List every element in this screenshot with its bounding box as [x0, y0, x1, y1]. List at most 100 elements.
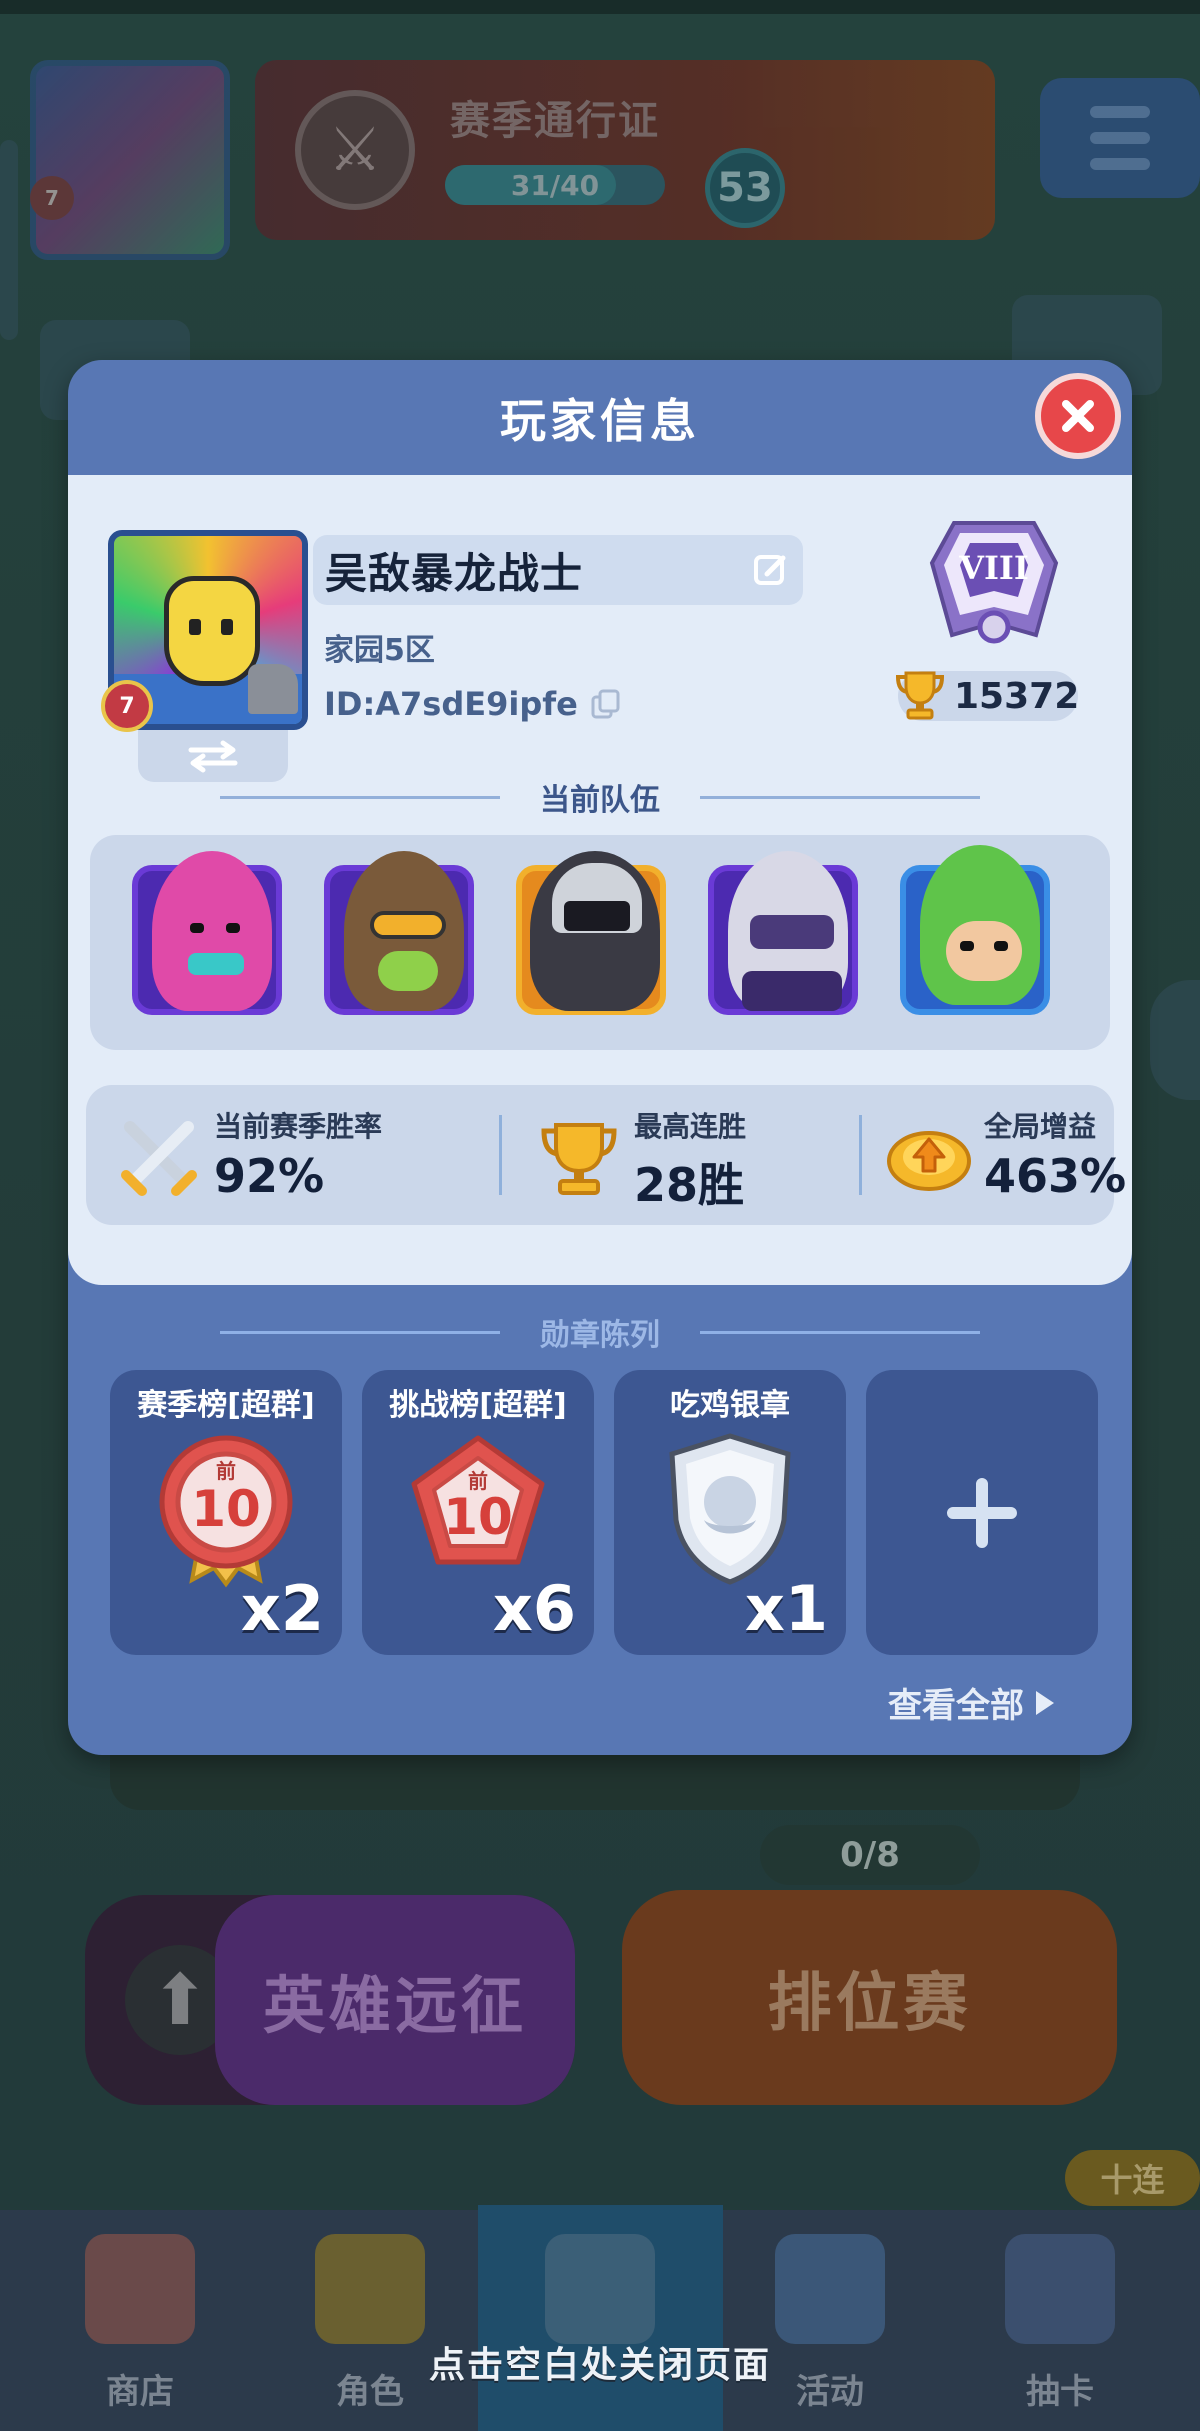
- player-name: 吴敌暴龙战士: [325, 548, 584, 598]
- stat-global-boost: 全局增益 463%: [884, 1085, 1126, 1225]
- season-pass-level: 53: [705, 148, 785, 228]
- season-pass-banner[interactable]: ⚔ 赛季通行证 31/40 53: [255, 60, 995, 240]
- team-row: [90, 835, 1110, 1050]
- hero-expedition-label: 英雄远征: [215, 1895, 575, 2105]
- team-hero-1[interactable]: [132, 851, 282, 1015]
- boost-arrow-icon: [887, 1131, 971, 1191]
- stat-win-rate-value: 92%: [214, 1149, 325, 1203]
- hero-mask: [750, 915, 834, 949]
- close-icon: [1062, 400, 1094, 432]
- side-panel-left: [0, 140, 18, 340]
- medal-silver-chicken-title: 吃鸡银章: [670, 1388, 790, 1423]
- team-hero-3[interactable]: [516, 851, 666, 1015]
- gacha-icon: [1005, 2234, 1115, 2344]
- modal-header: 玩家信息: [68, 360, 1132, 475]
- nav-tab-battle[interactable]: 对战: [500, 2210, 700, 2431]
- silver-shield-medal-icon: [669, 1433, 791, 1585]
- season-pass-title: 赛季通行证: [450, 98, 660, 144]
- character-icon: [315, 2234, 425, 2344]
- ten-pull-badge: 十连: [1065, 2150, 1200, 2206]
- team-title-text: 当前队伍: [540, 783, 660, 818]
- stat-win-rate: 当前赛季胜率 92%: [114, 1085, 414, 1225]
- hero-eye: [994, 941, 1008, 951]
- medals-section-title: 勋章陈列: [68, 1310, 1132, 1354]
- hero-expedition-button[interactable]: ⬆ 英雄远征: [85, 1895, 575, 2105]
- trophy-value: 15372: [954, 675, 1080, 717]
- medal-challenge-rank-count: x6: [492, 1572, 576, 1645]
- swap-arrows-icon: [188, 740, 238, 773]
- hero-mouth: [188, 953, 244, 975]
- team-hero-5[interactable]: [900, 845, 1050, 1015]
- avatar-rock: [248, 664, 298, 714]
- side-cube-icon[interactable]: [1150, 980, 1200, 1100]
- hero-visor: [564, 901, 630, 931]
- edit-name-icon[interactable]: [753, 552, 789, 588]
- rank-numeral: VIII: [958, 549, 1029, 587]
- medal-silver-chicken-count: x1: [744, 1572, 828, 1645]
- ranked-match-button[interactable]: 排位赛: [622, 1890, 1117, 2105]
- top10-pentagon-medal-icon: 前 10: [411, 1435, 545, 1565]
- stat-divider: [859, 1115, 862, 1195]
- medal-1-number: 10: [191, 1480, 261, 1538]
- hero-body: [742, 971, 842, 1011]
- play-arrow-icon: [1036, 1690, 1054, 1715]
- stat-best-streak-value: 28胜: [634, 1158, 745, 1212]
- view-all-label: 查看全部: [888, 1686, 1024, 1726]
- hero-eye: [960, 941, 974, 951]
- stat-win-rate-label: 当前赛季胜率: [214, 1110, 383, 1143]
- hero-eye: [226, 923, 240, 933]
- medal-season-rank[interactable]: 赛季榜[超群] 前 10 x2: [110, 1370, 342, 1655]
- medals-title-text: 勋章陈列: [540, 1318, 660, 1353]
- copy-icon[interactable]: [590, 688, 622, 720]
- crossed-swords-icon: [121, 1121, 197, 1196]
- player-level-badge: 7: [101, 680, 153, 732]
- team-section-title: 当前队伍: [68, 775, 1132, 819]
- stats-row: 当前赛季胜率 92% 最高连胜 28胜 全局增益 463%: [86, 1085, 1126, 1225]
- close-hint[interactable]: 点击空白处关闭页面: [0, 2336, 1200, 2388]
- nav-tab-character[interactable]: 角色: [290, 2210, 450, 2431]
- rank-badge-icon[interactable]: VIII: [924, 515, 1064, 655]
- view-all-medals-link[interactable]: 查看全部: [888, 1678, 1056, 1727]
- player-info-modal: 玩家信息 7 吴敌暴龙战士 家园5区 ID:A7sdE9ipfe VIII 15…: [68, 360, 1132, 1755]
- hero-goggles: [370, 911, 446, 939]
- player-id: ID:A7sdE9ipfe: [324, 685, 578, 723]
- modal-title: 玩家信息: [500, 393, 700, 448]
- bottom-nav: 商店 角色 对战 活动 抽卡: [0, 2205, 1200, 2431]
- close-button[interactable]: [1035, 373, 1121, 459]
- medal-season-rank-title: 赛季榜[超群]: [137, 1388, 315, 1423]
- event-icon: [775, 2234, 885, 2344]
- medal-2-number: 10: [443, 1488, 513, 1546]
- background-avatar[interactable]: 7: [30, 60, 230, 260]
- season-pass-progress-text: 31/40: [510, 168, 600, 202]
- nav-tab-event[interactable]: 活动: [730, 2210, 930, 2431]
- hero-face: [378, 951, 438, 991]
- player-server: 家园5区: [324, 633, 435, 668]
- hero-face: [946, 921, 1022, 981]
- team-hero-4[interactable]: [708, 851, 858, 1015]
- top-resource-bar: [0, 0, 1200, 14]
- player-id-row: ID:A7sdE9ipfe: [324, 685, 622, 723]
- nav-tab-shop[interactable]: 商店: [40, 2210, 240, 2431]
- stat-global-boost-value: 463%: [984, 1149, 1127, 1203]
- battle-icon: [545, 2234, 655, 2344]
- team-hero-2[interactable]: [324, 851, 474, 1015]
- background-avatar-level: 7: [30, 176, 74, 220]
- attempts-counter: 0/8: [760, 1825, 980, 1885]
- season-pass-progress: 31/40: [445, 165, 665, 205]
- stat-best-streak-label: 最高连胜: [634, 1110, 747, 1143]
- trophy-count: 15372: [895, 671, 1080, 721]
- trophy-icon: [895, 671, 945, 720]
- player-info-panel: 7 吴敌暴龙战士 家园5区 ID:A7sdE9ipfe VIII 15372 当…: [68, 475, 1132, 1285]
- plus-icon: [947, 1478, 1017, 1548]
- hero-eye: [190, 923, 204, 933]
- crossed-swords-icon: ⚔: [295, 90, 415, 210]
- stat-divider: [499, 1115, 502, 1195]
- medal-challenge-rank[interactable]: 挑战榜[超群] 前 10 x6: [362, 1370, 594, 1655]
- medal-season-rank-count: x2: [240, 1572, 324, 1645]
- nav-tab-gacha[interactable]: 抽卡: [960, 2210, 1160, 2431]
- add-medal-slot[interactable]: [866, 1370, 1098, 1655]
- stat-best-streak: 最高连胜 28胜: [534, 1085, 784, 1225]
- hamburger-menu-icon[interactable]: [1040, 78, 1200, 198]
- medal-silver-chicken[interactable]: 吃鸡银章 x1: [614, 1370, 846, 1655]
- avatar-character: [164, 576, 260, 686]
